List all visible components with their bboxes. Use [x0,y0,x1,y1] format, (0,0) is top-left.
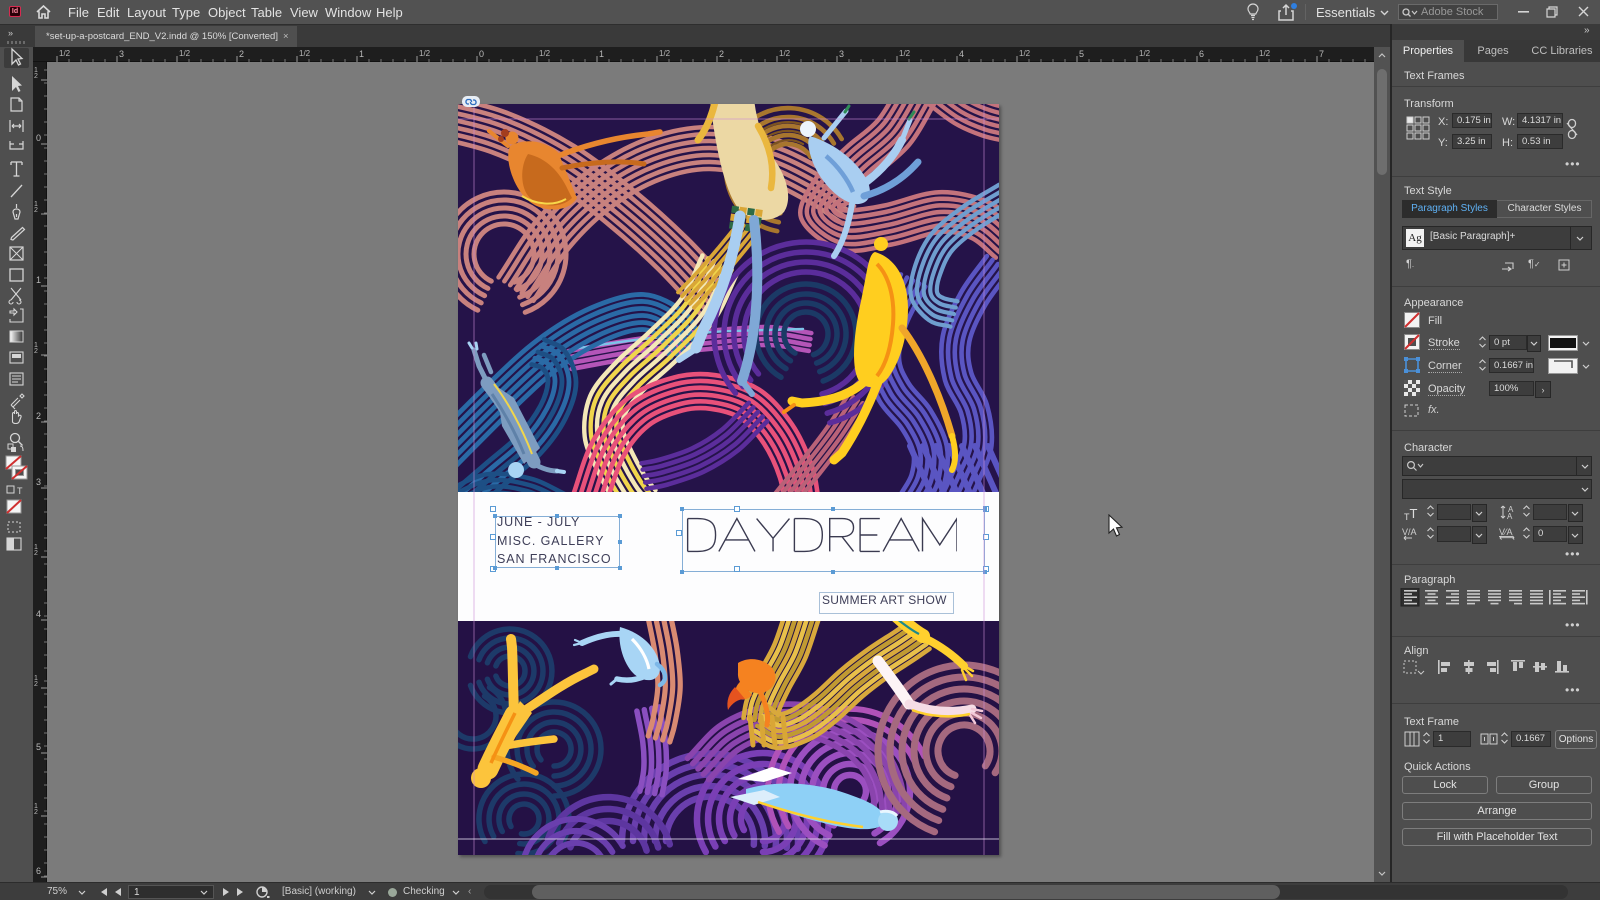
svg-text:V/A: V/A [1402,527,1417,537]
svg-text:T: T [17,486,23,496]
svg-text:A: A [1507,512,1513,520]
svg-text:V⁄A: V⁄A [1499,527,1513,537]
